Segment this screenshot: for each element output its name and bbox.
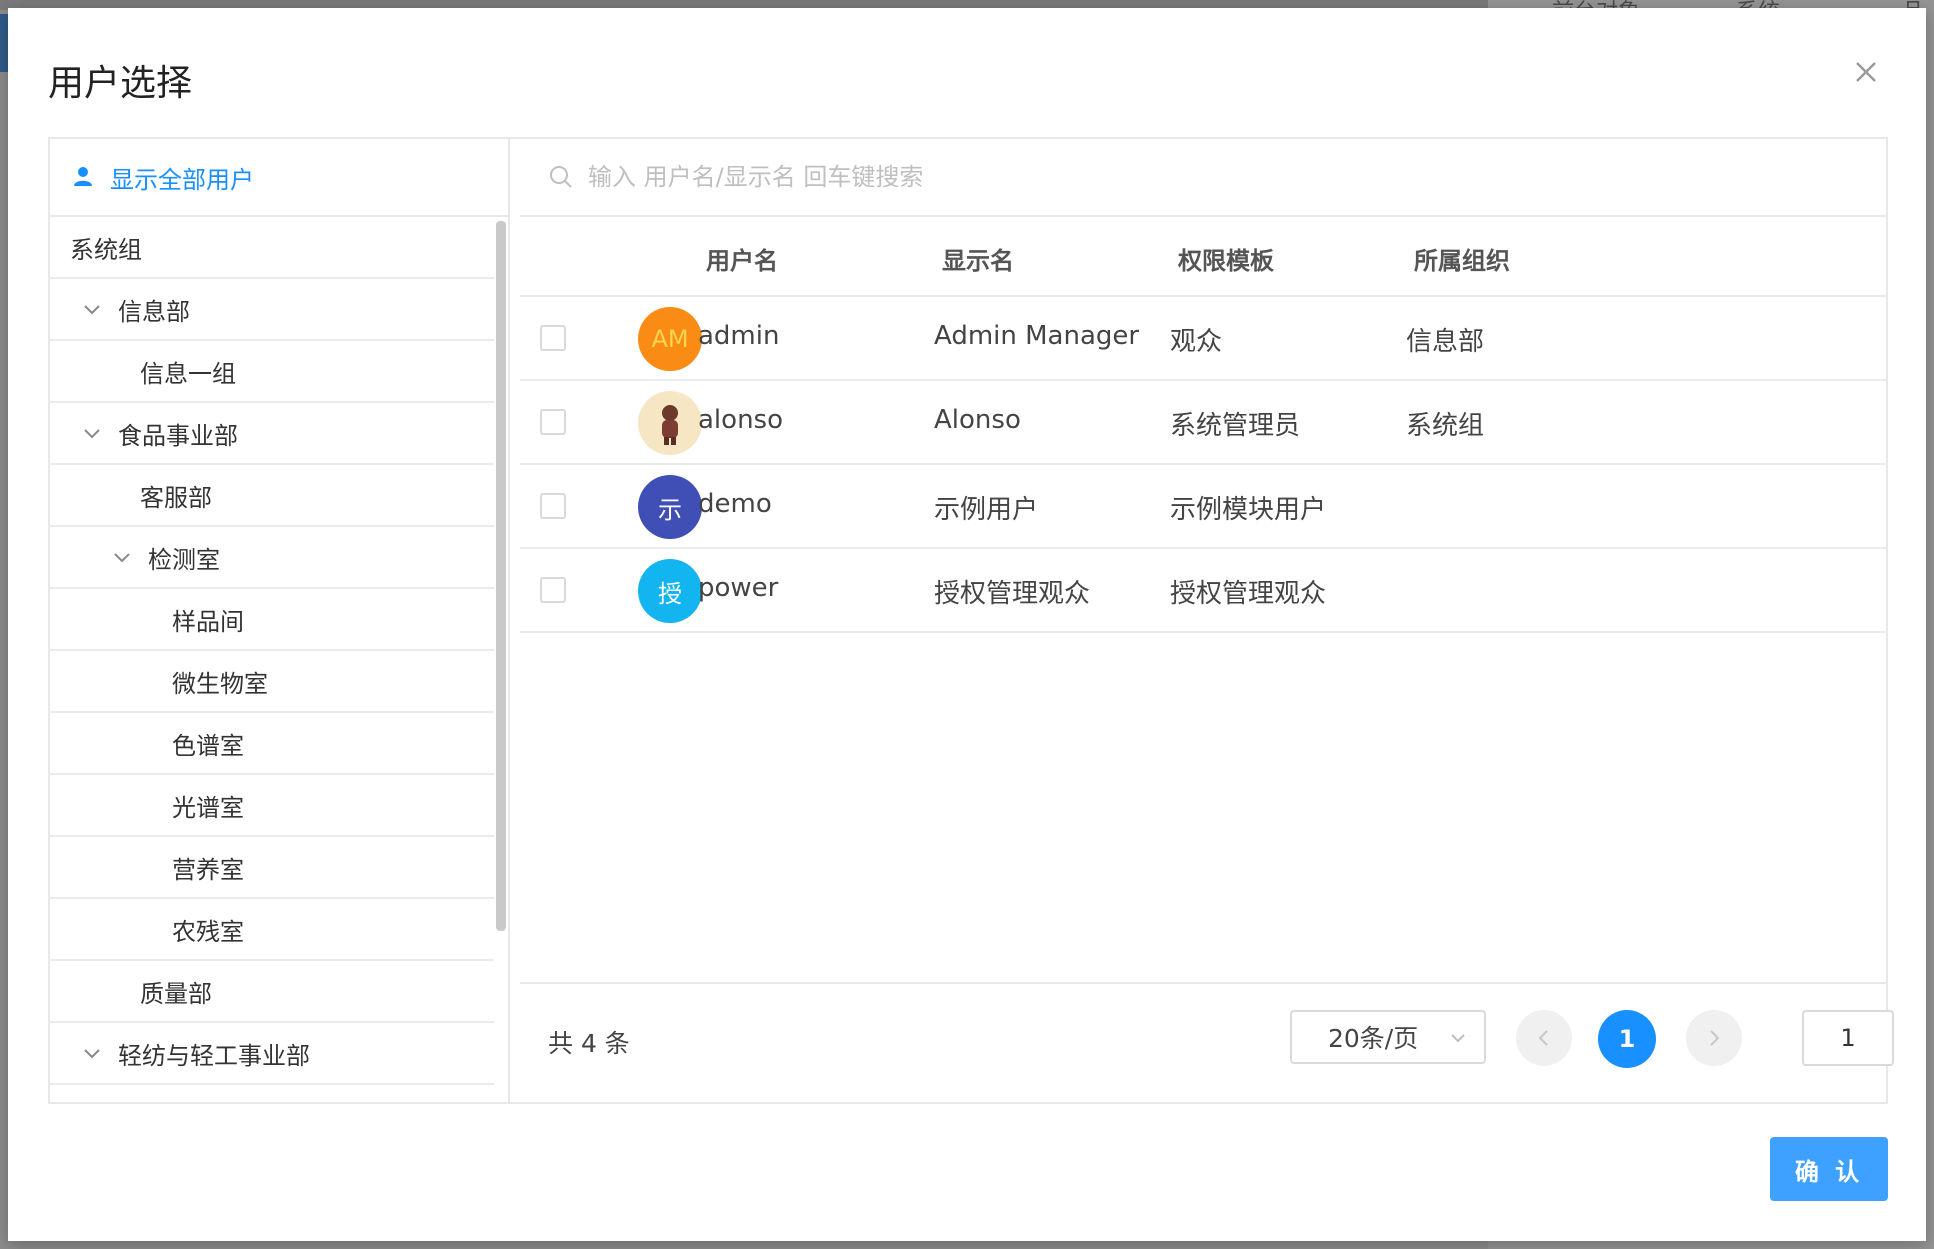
tree-node[interactable]: 信息一组 xyxy=(50,341,494,403)
tree-scrollbar[interactable] xyxy=(496,221,506,931)
table-row[interactable]: 授 power 授权管理观众 授权管理观众 xyxy=(520,549,1886,633)
table-header: 用户名 显示名 权限模板 所属组织 xyxy=(520,217,1886,297)
cell-display-name: Admin Manager xyxy=(934,321,1140,351)
cell-display-name: 示例用户 xyxy=(934,495,1039,525)
pagination-bar: 共 4 条 20条/页 1 xyxy=(520,982,1894,1104)
tree-node[interactable]: 轻纺与轻工事业部 xyxy=(50,1023,494,1085)
row-checkbox[interactable] xyxy=(540,577,566,603)
search-input[interactable] xyxy=(586,162,1490,192)
tree-node[interactable]: 系统组 xyxy=(50,217,494,279)
close-icon[interactable] xyxy=(1846,52,1886,92)
prev-page-button[interactable] xyxy=(1516,1010,1572,1066)
show-all-users-link[interactable]: 显示全部用户 xyxy=(50,139,508,217)
next-page-button[interactable] xyxy=(1686,1010,1742,1066)
cell-display-name: 授权管理观众 xyxy=(934,579,1091,609)
chevron-down-icon[interactable] xyxy=(80,1041,104,1065)
dialog-title: 用户选择 xyxy=(48,63,193,104)
page-size-value: 20条/页 xyxy=(1328,1024,1419,1053)
table-row[interactable]: alonso Alonso 系统管理员 系统组 xyxy=(520,381,1886,465)
chevron-down-icon xyxy=(1451,1034,1465,1043)
tree-node[interactable]: 质量部 xyxy=(50,961,494,1023)
character-image-icon xyxy=(662,405,678,445)
column-header-username: 用户名 xyxy=(706,247,778,275)
avatar xyxy=(638,391,702,455)
tree-node-label: 微生物室 xyxy=(172,669,268,698)
cell-template: 观众 xyxy=(1170,327,1223,357)
row-checkbox[interactable] xyxy=(540,325,566,351)
avatar: 示 xyxy=(638,475,702,539)
background-sidebar-edge xyxy=(0,14,8,72)
table-body: AM admin Admin Manager 观众 信息部 alonso Alonso 系统管… xyxy=(520,297,1886,633)
tree-node[interactable]: 客服部 xyxy=(50,465,494,527)
cell-username: alonso xyxy=(698,405,783,435)
tree-node-label: 质量部 xyxy=(140,979,212,1008)
tree-node[interactable]: 农残室 xyxy=(50,899,494,961)
tree-node-label: 轻纺与轻工事业部 xyxy=(118,1041,310,1070)
tree-node[interactable]: 信息部 xyxy=(50,279,494,341)
confirm-button[interactable]: 确 认 xyxy=(1770,1137,1888,1201)
row-checkbox[interactable] xyxy=(540,493,566,519)
user-select-dialog: 用户选择 显示全部用户 系统组 信息部 信息一组 食品事业部 客服部 检测室 样品间 微生物室… xyxy=(8,8,1926,1241)
tree-node-label: 客服部 xyxy=(140,483,212,512)
avatar: 授 xyxy=(638,559,702,623)
tree-node[interactable]: 营养室 xyxy=(50,837,494,899)
cell-username: demo xyxy=(698,489,772,519)
tree-node-label: 光谱室 xyxy=(172,793,244,822)
tree-node[interactable]: 样品间 xyxy=(50,589,494,651)
search-bar xyxy=(520,139,1886,217)
cell-org: 系统组 xyxy=(1406,411,1485,441)
cell-username: power xyxy=(698,573,779,603)
tree-node-label: 信息一组 xyxy=(140,359,236,388)
chevron-right-icon xyxy=(1710,1030,1720,1046)
tree-node-label: 营养室 xyxy=(172,855,244,884)
user-table-panel: 用户名 显示名 权限模板 所属组织 AMadmin Admin Manager 观众… xyxy=(520,139,1894,1104)
chevron-down-icon[interactable] xyxy=(110,545,134,569)
page-size-select[interactable]: 20条/页 xyxy=(1290,1010,1486,1064)
tree-node-label: 色谱室 xyxy=(172,731,244,760)
show-all-users-label: 显示全部用户 xyxy=(110,165,254,194)
page-number-current[interactable]: 1 xyxy=(1598,1010,1656,1068)
tree-node[interactable]: 光谱室 xyxy=(50,775,494,837)
tree-node-label: 食品事业部 xyxy=(118,421,238,450)
column-header-display-name: 显示名 xyxy=(942,247,1014,275)
tree-node-label: 检测室 xyxy=(148,545,220,574)
table-row[interactable]: 示 demo 示例用户 示例模块用户 xyxy=(520,465,1886,549)
tree-node-label: 系统组 xyxy=(70,235,142,264)
cell-template: 系统管理员 xyxy=(1170,411,1301,441)
cell-display-name: Alonso xyxy=(934,405,1021,435)
cell-template: 示例模块用户 xyxy=(1170,495,1327,525)
tree-node-label: 信息部 xyxy=(118,297,190,326)
tree-node[interactable]: 色谱室 xyxy=(50,713,494,775)
cell-username: admin xyxy=(698,321,780,351)
tree-node-label: 样品间 xyxy=(172,607,244,636)
column-header-template: 权限模板 xyxy=(1178,247,1274,275)
user-icon xyxy=(74,167,92,186)
column-header-org: 所属组织 xyxy=(1414,247,1510,275)
dialog-body: 显示全部用户 系统组 信息部 信息一组 食品事业部 客服部 检测室 样品间 微生物室 色谱室 光谱… xyxy=(48,137,1894,1104)
tree-node[interactable]: 微生物室 xyxy=(50,651,494,713)
cell-org: 信息部 xyxy=(1406,327,1485,357)
chevron-left-icon xyxy=(1538,1030,1548,1046)
tree-node[interactable]: 食品事业部 xyxy=(50,403,494,465)
tree-node-label: 农残室 xyxy=(172,917,244,946)
page-jump-input[interactable] xyxy=(1802,1010,1894,1066)
cell-template: 授权管理观众 xyxy=(1170,579,1327,609)
total-count: 共 4 条 xyxy=(548,1029,630,1058)
tree-node[interactable]: 检测室 xyxy=(50,527,494,589)
avatar: AM xyxy=(638,307,702,371)
table-row[interactable]: AM admin Admin Manager 观众 信息部 xyxy=(520,297,1886,381)
org-tree: 系统组信息部信息一组食品事业部客服部检测室样品间微生物室色谱室光谱室营养室农残室… xyxy=(50,217,494,1085)
chevron-down-icon[interactable] xyxy=(80,421,104,445)
row-checkbox[interactable] xyxy=(540,409,566,435)
chevron-down-icon[interactable] xyxy=(80,297,104,321)
search-icon xyxy=(550,166,572,188)
org-tree-panel: 显示全部用户 系统组信息部信息一组食品事业部客服部检测室样品间微生物室色谱室光谱… xyxy=(50,139,510,1102)
